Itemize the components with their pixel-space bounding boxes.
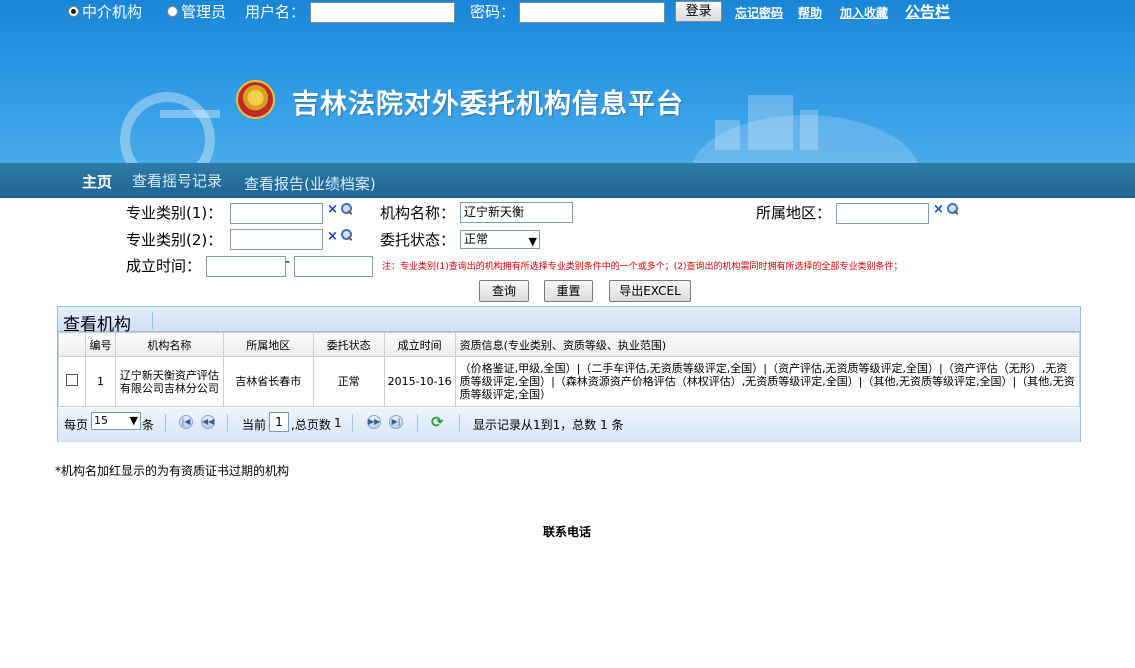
status-label: 委托状态： (380, 231, 456, 249)
per-page-value: 15 (94, 414, 108, 427)
role-agency-radio[interactable]: 中介机构 (68, 1, 142, 22)
e-logo-bar-decoration (160, 110, 220, 126)
add-favorite-link[interactable]: 加入收藏 (840, 4, 888, 21)
bulletin-link[interactable]: 公告栏 (905, 1, 950, 22)
row-status: 正常 (312, 356, 385, 407)
pagination-bar: 每页 15 ▼ 条 |◀ ◀◀ 当前 1 ,总页数 1 ▶▶ ▶| ⟳ 显示记录… (58, 408, 1080, 442)
established-to-input[interactable] (294, 256, 373, 277)
login-button[interactable]: 登录 (675, 1, 722, 22)
nav-home[interactable]: 主页 (82, 171, 112, 192)
column-header-name[interactable]: 机构名称 (114, 332, 224, 357)
refresh-icon[interactable]: ⟳ (431, 413, 444, 431)
total-pages-label: ,总页数 (291, 418, 331, 432)
category1-clear-icon[interactable]: × (327, 202, 338, 217)
e-logo-decoration (120, 92, 215, 163)
column-header-no[interactable]: 编号 (84, 332, 116, 357)
region-input[interactable] (836, 203, 929, 224)
role-admin-label: 管理员 (181, 3, 227, 21)
select-column-header (58, 332, 86, 357)
first-page-icon[interactable]: |◀ (179, 415, 193, 429)
pager-divider (417, 414, 418, 432)
row-established: 2015-10-16 (383, 356, 456, 407)
column-header-established[interactable]: 成立时间 (383, 332, 456, 357)
category2-clear-icon[interactable]: × (327, 229, 338, 244)
court-emblem-icon (236, 80, 275, 119)
password-label: 密码： (470, 3, 516, 21)
export-excel-button[interactable]: 导出EXCEL (609, 280, 691, 302)
total-pages-value: 1 (334, 416, 342, 430)
status-select[interactable]: 正常 ▼ (460, 230, 540, 249)
table-row[interactable]: 1 辽宁新天衡资产评估有限公司吉林分公司 吉林省长春市 正常 2015-10-1… (58, 356, 1081, 407)
prev-page-icon[interactable]: ◀◀ (201, 415, 215, 429)
site-title: 吉林法院对外委托机构信息平台 (292, 89, 684, 120)
category1-input[interactable] (230, 203, 323, 224)
established-label: 成立时间： (126, 257, 202, 275)
role-agency-label: 中介机构 (82, 3, 143, 21)
row-select-cell (58, 356, 86, 407)
chevron-down-icon: ▼ (528, 235, 537, 248)
column-header-status[interactable]: 委托状态 (312, 332, 385, 357)
per-page-select[interactable]: 15 ▼ (91, 412, 141, 430)
region-label: 所属地区： (756, 204, 832, 222)
category1-label: 专业类别(1)： (126, 204, 223, 222)
pager-divider (459, 414, 460, 432)
pager-divider (352, 414, 353, 432)
date-range-separator: - (285, 254, 291, 270)
org-table: 编号 机构名称 所属地区 委托状态 成立时间 资质信息(专业类别、资质等级、执业… (58, 332, 1081, 407)
main-nav: 主页 查看摇号记录 查看报告(业绩档案) (0, 163, 1135, 198)
expired-cert-footnote: *机构名加红显示的为有资质证书过期的机构 (55, 464, 290, 478)
radio-checked-icon (68, 6, 79, 17)
role-admin-radio[interactable]: 管理员 (167, 1, 226, 22)
username-input[interactable] (310, 2, 455, 23)
last-page-icon[interactable]: ▶| (389, 415, 403, 429)
org-name-input[interactable]: 辽宁新天衡 (460, 202, 573, 223)
row-no: 1 (84, 356, 116, 407)
nav-reports[interactable]: 查看报告(业绩档案) (244, 173, 376, 194)
per-page-unit: 条 (142, 418, 155, 432)
org-grid-panel: 查看机构 编号 机构名称 所属地区 委托状态 成立时间 资质信息(专业类别、资质… (57, 306, 1081, 442)
category2-label: 专业类别(2)： (126, 231, 223, 249)
pager-divider (165, 414, 166, 432)
region-clear-icon[interactable]: × (933, 202, 944, 217)
query-button[interactable]: 查询 (479, 280, 529, 302)
panel-title-divider (152, 312, 153, 329)
panel-header: 查看机构 (58, 307, 1080, 335)
search-note: 注：专业类别(1)查询出的机构拥有所选择专业类别条件中的一个或多个；(2)查询出… (382, 262, 903, 272)
pager-divider (227, 414, 228, 432)
header-banner: 中介机构 管理员 用户名： 密码： 登录 忘记密码 帮助 加入收藏 公告栏 吉林… (0, 0, 1135, 163)
forgot-password-link[interactable]: 忘记密码 (735, 4, 783, 21)
building-decoration (800, 110, 818, 150)
password-input[interactable] (519, 2, 665, 23)
column-header-region[interactable]: 所属地区 (222, 332, 314, 357)
building-decoration (715, 120, 740, 150)
status-selected-value: 正常 (464, 232, 489, 246)
login-bar: 中介机构 管理员 用户名： 密码： 登录 忘记密码 帮助 加入收藏 公告栏 (0, 0, 1135, 24)
column-header-qualifications[interactable]: 资质信息(专业类别、资质等级、执业范围) (454, 332, 1081, 357)
building-decoration (748, 95, 793, 150)
row-checkbox[interactable] (65, 374, 78, 386)
row-org-name[interactable]: 辽宁新天衡资产评估有限公司吉林分公司 (114, 356, 224, 407)
region-search-icon[interactable] (947, 203, 959, 215)
help-link[interactable]: 帮助 (798, 4, 822, 21)
table-header-row: 编号 机构名称 所属地区 委托状态 成立时间 资质信息(专业类别、资质等级、执业… (58, 332, 1081, 357)
username-label: 用户名： (245, 3, 306, 21)
next-page-icon[interactable]: ▶▶ (367, 415, 381, 429)
category2-search-icon[interactable] (341, 229, 353, 241)
contact-phone-heading: 联系电话 (543, 525, 592, 539)
row-qualifications: （价格鉴证,甲级,全国）|（二手车评估,无资质等级评定,全国）|（资产评估,无资… (454, 356, 1081, 407)
radio-unchecked-icon (167, 6, 178, 17)
category2-input[interactable] (230, 229, 323, 250)
chevron-down-icon: ▼ (129, 414, 138, 427)
row-region: 吉林省长春市 (222, 356, 314, 407)
established-from-input[interactable] (206, 256, 286, 277)
org-name-label: 机构名称： (380, 204, 456, 222)
current-page-input[interactable]: 1 (269, 412, 289, 432)
reset-button[interactable]: 重置 (544, 280, 593, 302)
per-page-label: 每页 (64, 418, 89, 432)
current-page-label: 当前 (242, 418, 267, 432)
category1-search-icon[interactable] (341, 203, 353, 215)
record-summary: 显示记录从1到1，总数 1 条 (473, 418, 624, 432)
nav-lottery-records[interactable]: 查看摇号记录 (132, 170, 222, 191)
